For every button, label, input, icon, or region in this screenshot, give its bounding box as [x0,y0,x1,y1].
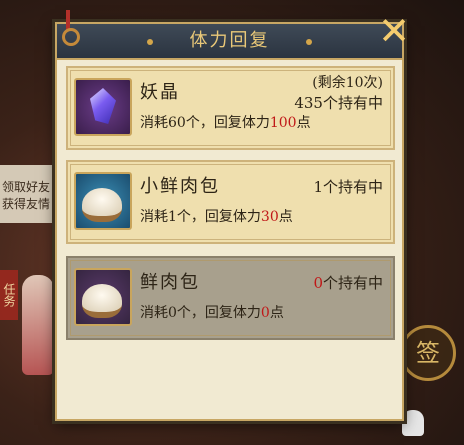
crystal-icon [74,78,132,136]
steamed-bun-icon [74,268,132,326]
item-name: 小鲜肉包 [140,176,220,197]
ring-ornament [62,28,80,46]
stamina-recovery-dialog: 体力回复 妖晶 (剩余10次) 435个持有中 消耗60个，回复体力100点 小… [55,22,404,421]
character-figure [22,275,54,375]
close-icon[interactable]: ✕ [374,12,414,52]
header-ornament-left [147,39,153,45]
tassel-ornament [66,10,70,30]
item-name: 妖晶 [140,82,180,103]
dialog-header: 体力回复 [57,24,402,60]
sign-in-button[interactable]: 签 [400,325,456,381]
item-row-small-bun[interactable]: 小鲜肉包 1个持有中 消耗1个，回复体力30点 [66,160,395,244]
item-description: 消耗1个，回复体力30点 [140,209,293,225]
cat-figure [402,410,424,436]
remaining-uses: (剩余10次) [312,75,383,91]
item-row-bun[interactable]: 鲜肉包 0个持有中 消耗0个，回复体力0点 [66,256,395,340]
item-row-yaojing[interactable]: 妖晶 (剩余10次) 435个持有中 消耗60个，回复体力100点 [66,66,395,150]
item-description: 消耗0个，回复体力0点 [140,305,284,321]
header-ornament-right [306,39,312,45]
friend-reward-line1: 领取好友 [2,180,51,194]
dialog-title: 体力回复 [189,30,270,51]
item-name: 鲜肉包 [140,272,200,293]
item-description: 消耗60个，回复体力100点 [140,115,311,131]
owned-count: 435个持有中 [294,94,383,112]
friend-reward-line2: 获得友情 [2,197,51,211]
owned-count: 0个持有中 [313,274,383,292]
steamed-bun-icon [74,172,132,230]
owned-count: 1个持有中 [313,178,383,196]
task-tab[interactable]: 任务 [0,270,18,320]
